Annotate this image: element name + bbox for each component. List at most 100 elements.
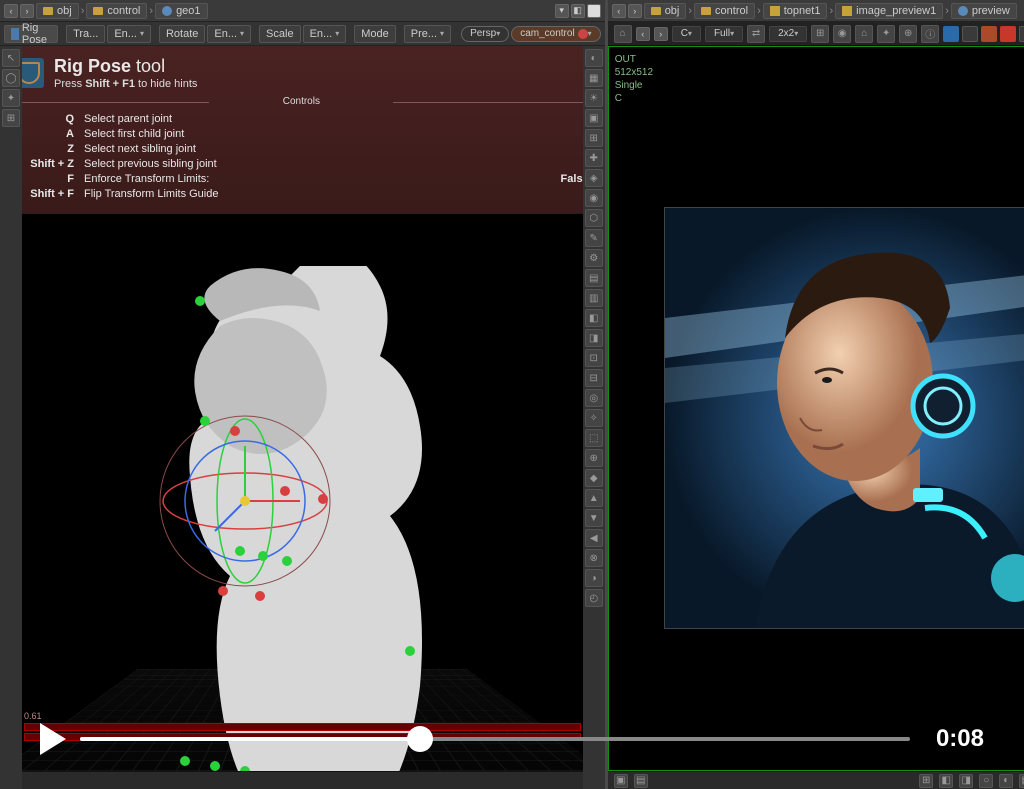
tool-icon[interactable]: ⬡: [585, 209, 603, 227]
joint-handle[interactable]: [210, 761, 220, 771]
tool-icon[interactable]: ◧: [585, 309, 603, 327]
shading-icon[interactable]: ◐: [585, 49, 603, 67]
status-icon[interactable]: ◐: [999, 774, 1013, 788]
breadcrumb-topnet[interactable]: topnet1: [763, 3, 828, 19]
tool-icon[interactable]: ✚: [585, 149, 603, 167]
tool-icon[interactable]: ⊟: [585, 369, 603, 387]
breadcrumb-obj[interactable]: obj: [36, 3, 79, 19]
tool-icon[interactable]: ◉: [585, 189, 603, 207]
light-icon[interactable]: ☀: [585, 89, 603, 107]
joint-handle[interactable]: [405, 646, 415, 656]
back-icon[interactable]: ‹: [636, 27, 650, 41]
breadcrumb-obj[interactable]: obj: [644, 3, 687, 19]
status-icon[interactable]: ◨: [959, 774, 973, 788]
tool-icon[interactable]: ◑: [585, 569, 603, 587]
tool-icon[interactable]: ⚙: [585, 249, 603, 267]
page-icon[interactable]: [587, 4, 601, 18]
seek-track[interactable]: [80, 737, 910, 741]
joint-handle[interactable]: [282, 556, 292, 566]
tab-enable2[interactable]: En...▾: [207, 25, 251, 43]
tool-icon[interactable]: ◎: [585, 389, 603, 407]
color-icon[interactable]: [943, 26, 959, 42]
tool-icon[interactable]: ▲: [585, 489, 603, 507]
home-icon[interactable]: ⌂: [614, 25, 632, 43]
tab-translate[interactable]: Tra...: [66, 25, 105, 43]
window-icon[interactable]: ◧: [571, 4, 585, 18]
tab-scale[interactable]: Scale: [259, 25, 301, 43]
breadcrumb-control[interactable]: control: [694, 3, 755, 19]
tool-icon[interactable]: ◀: [585, 529, 603, 547]
joint-handle[interactable]: [218, 586, 228, 596]
tool-icon[interactable]: ▤: [585, 269, 603, 287]
tool-icon[interactable]: ⊗: [585, 549, 603, 567]
tool-icon[interactable]: ◉: [833, 25, 851, 43]
tool-icon[interactable]: ⬚: [585, 429, 603, 447]
status-icon[interactable]: ▣: [614, 774, 628, 788]
tool-icon[interactable]: ◈: [585, 169, 603, 187]
info-icon[interactable]: ⓘ: [921, 25, 939, 43]
status-icon[interactable]: ◧: [939, 774, 953, 788]
status-icon[interactable]: ▤: [634, 774, 648, 788]
tool-icon[interactable]: [1019, 26, 1024, 42]
render-view[interactable]: OUT 512x512 Single C: [608, 46, 1024, 771]
tool-icon[interactable]: ◆: [585, 469, 603, 487]
camera-icon[interactable]: ▣: [585, 109, 603, 127]
forward-icon[interactable]: ›: [20, 4, 34, 18]
tool-icon[interactable]: ◨: [585, 329, 603, 347]
joint-handle[interactable]: [280, 486, 290, 496]
lasso-icon[interactable]: ◯: [2, 69, 20, 87]
joint-handle[interactable]: [258, 551, 268, 561]
joint-handle[interactable]: [255, 591, 265, 601]
breadcrumb-preview[interactable]: preview: [951, 3, 1017, 19]
status-icon[interactable]: ○: [979, 774, 993, 788]
layout-select[interactable]: 2x2 ▾: [769, 26, 807, 42]
tool-icon[interactable]: ✦: [2, 89, 20, 107]
tool-icon[interactable]: ◴: [585, 589, 603, 607]
forward-icon[interactable]: ›: [628, 4, 642, 18]
tab-rotate[interactable]: Rotate: [159, 25, 205, 43]
size-select[interactable]: Full ▾: [705, 26, 743, 42]
tool-icon[interactable]: ⌂: [855, 25, 873, 43]
link-icon[interactable]: ⇄: [747, 25, 765, 43]
tool-icon[interactable]: ⊞: [811, 25, 829, 43]
select-icon[interactable]: ↖: [2, 49, 20, 67]
camera-persp-button[interactable]: Persp ▾: [461, 26, 509, 42]
joint-handle[interactable]: [195, 296, 205, 306]
tool-icon[interactable]: ⊡: [585, 349, 603, 367]
joint-handle[interactable]: [318, 494, 328, 504]
tab-enable3[interactable]: En...▾: [303, 25, 347, 43]
tool-icon[interactable]: [981, 26, 997, 42]
tab-enable1[interactable]: En...▾: [107, 25, 151, 43]
status-icon[interactable]: ▦: [1019, 774, 1024, 788]
tool-icon[interactable]: ⊕: [585, 449, 603, 467]
grid-icon[interactable]: ⊞: [585, 129, 603, 147]
breadcrumb-control[interactable]: control: [86, 3, 147, 19]
breadcrumb-geo[interactable]: geo1: [155, 3, 207, 19]
tool-icon[interactable]: ▥: [585, 289, 603, 307]
tool-icon[interactable]: ✧: [585, 409, 603, 427]
tab-mode[interactable]: Mode: [354, 25, 396, 43]
back-icon[interactable]: ‹: [612, 4, 626, 18]
tool-icon[interactable]: ✦: [877, 25, 895, 43]
tool-icon[interactable]: [962, 26, 978, 42]
joint-handle[interactable]: [240, 766, 250, 771]
back-icon[interactable]: ‹: [4, 4, 18, 18]
tool-icon[interactable]: ▼: [585, 509, 603, 527]
tool-icon[interactable]: ⊕: [899, 25, 917, 43]
forward-icon[interactable]: ›: [654, 27, 668, 41]
rotation-gizmo[interactable]: [150, 406, 340, 596]
dropdown-icon[interactable]: ▾: [555, 4, 569, 18]
seek-thumb[interactable]: [407, 726, 433, 752]
joint-handle[interactable]: [230, 426, 240, 436]
tool-icon[interactable]: ✎: [585, 229, 603, 247]
tab-rig-pose[interactable]: Rig Pose: [4, 25, 58, 43]
wire-icon[interactable]: ▦: [585, 69, 603, 87]
joint-handle[interactable]: [235, 546, 245, 556]
tool-icon[interactable]: ⊞: [2, 109, 20, 127]
camera-select-button[interactable]: cam_control▾: [511, 26, 600, 42]
play-button[interactable]: [40, 723, 66, 755]
status-icon[interactable]: ⊞: [919, 774, 933, 788]
channel-select[interactable]: C ▾: [672, 26, 701, 42]
joint-handle[interactable]: [200, 416, 210, 426]
magnet-icon[interactable]: [1000, 26, 1016, 42]
